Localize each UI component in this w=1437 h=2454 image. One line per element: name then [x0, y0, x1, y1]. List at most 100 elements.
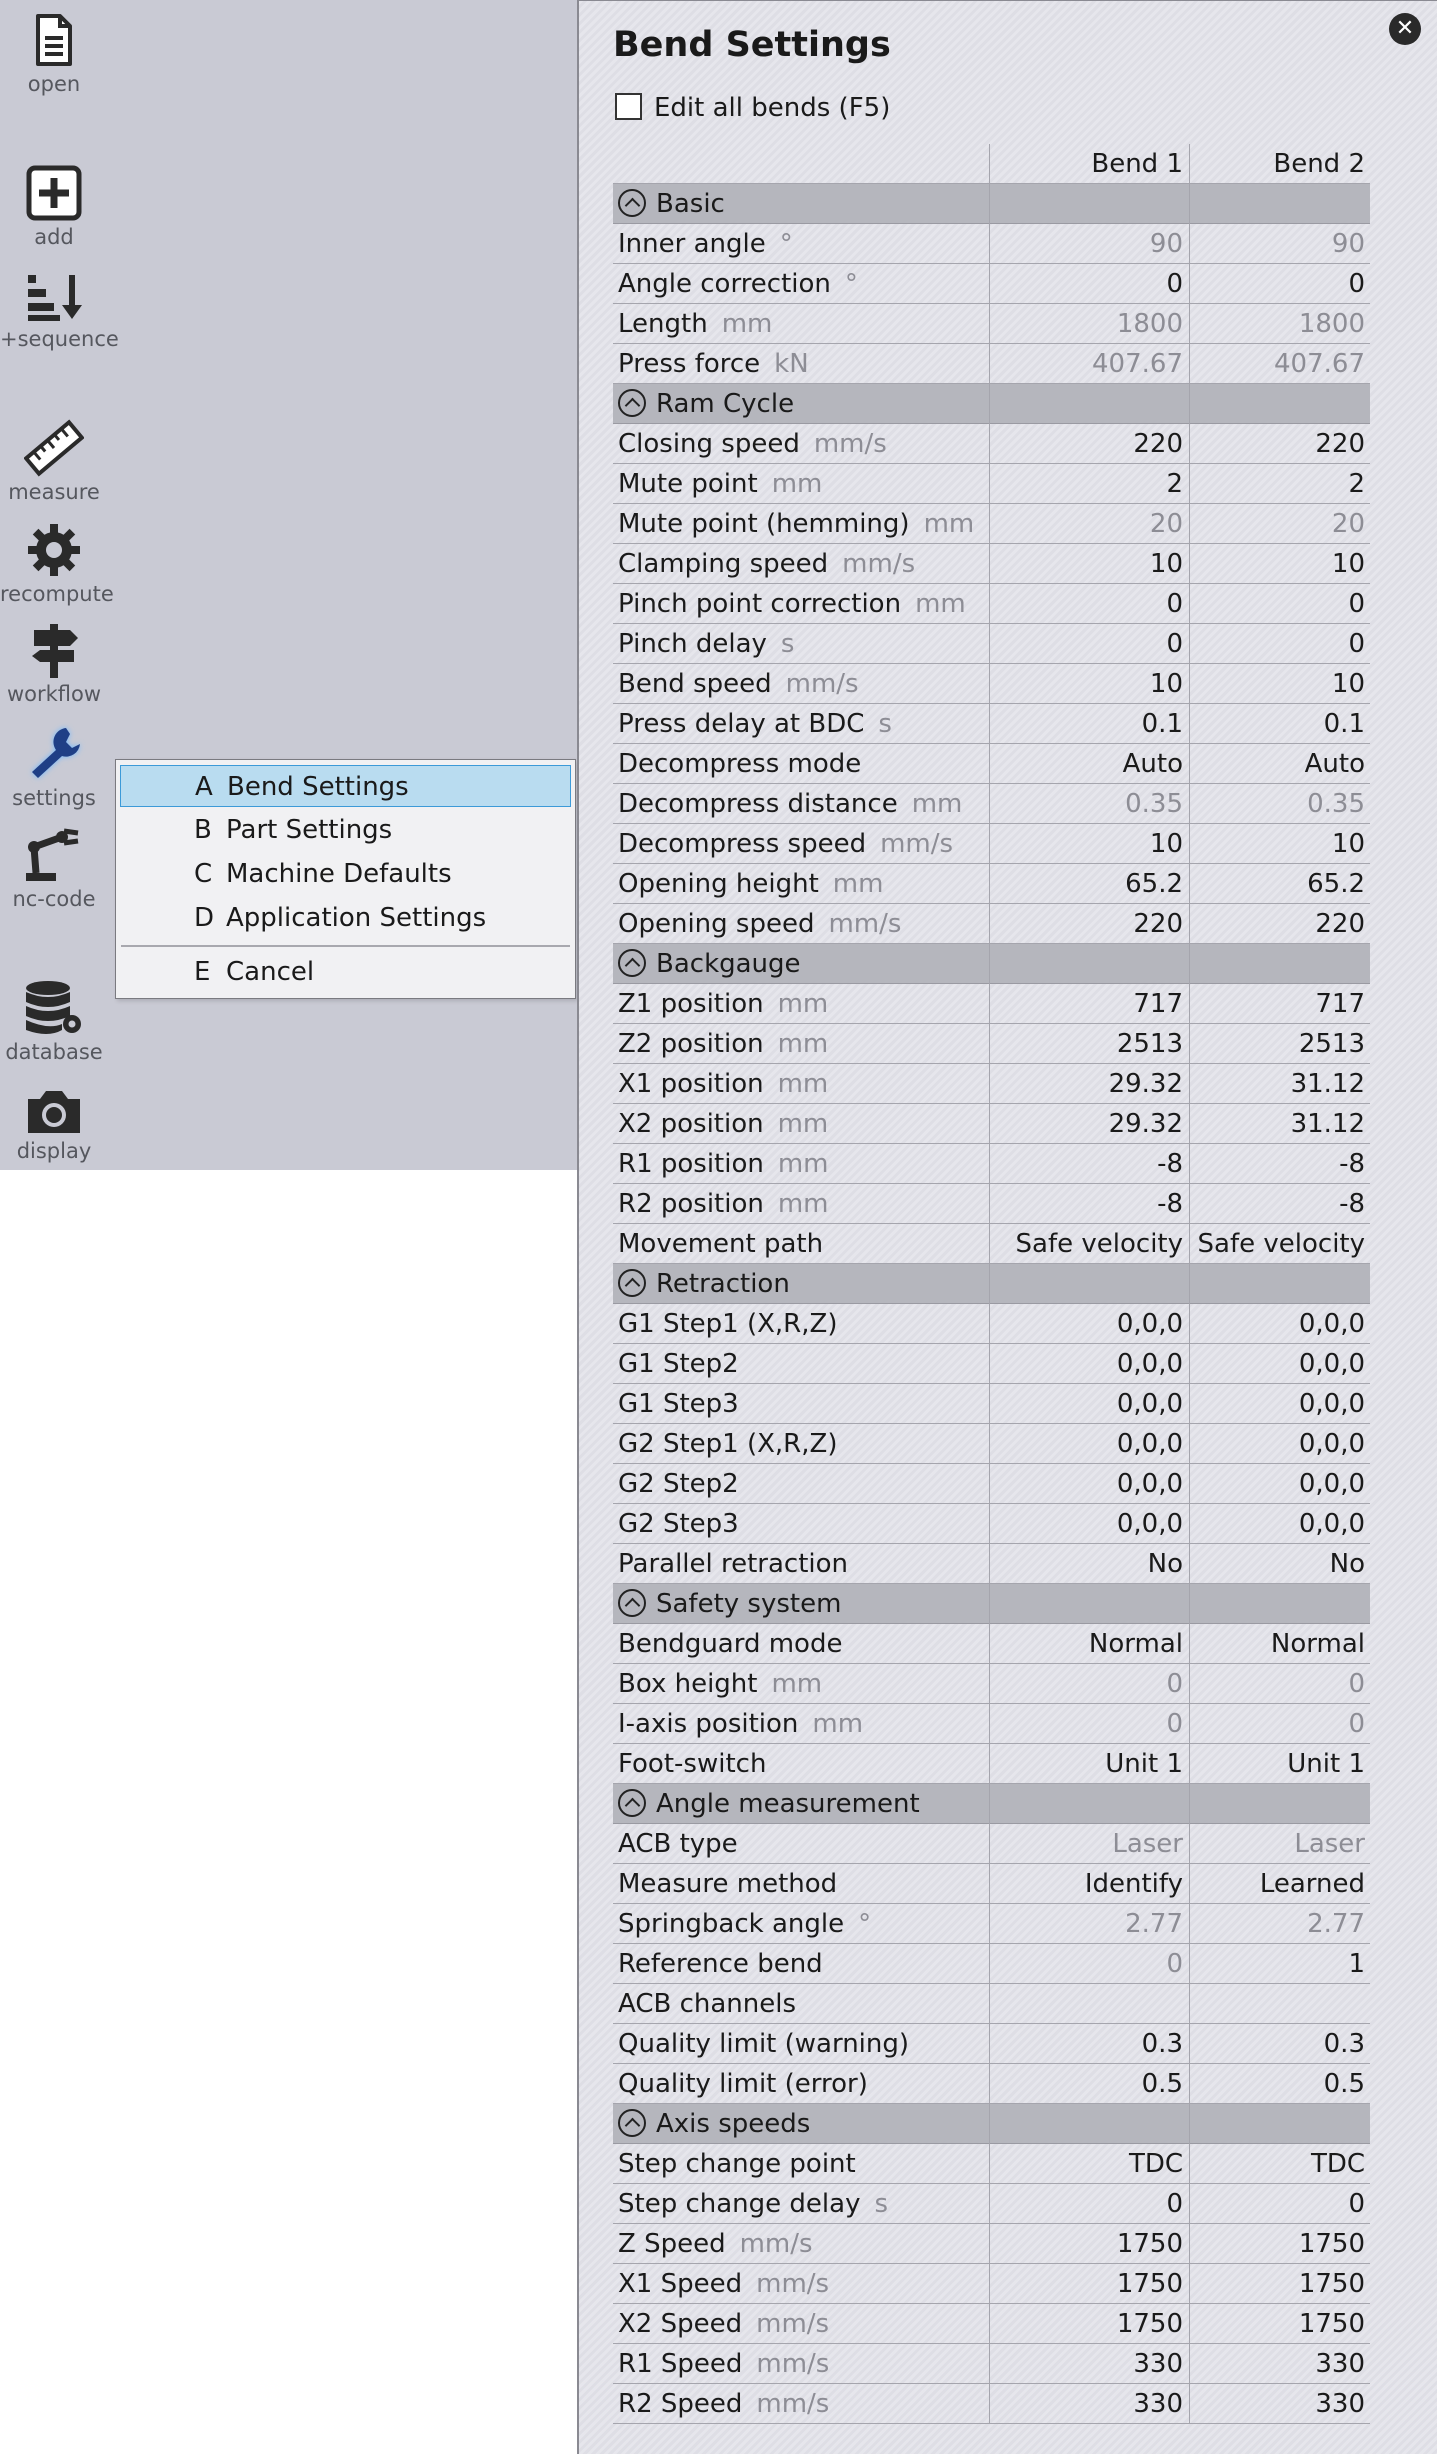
value-cell-bend-2[interactable]: 0.5: [1189, 2064, 1370, 2104]
value-cell-bend-1[interactable]: 717: [989, 984, 1189, 1024]
value-cell-bend-2[interactable]: [1189, 1984, 1370, 2024]
chevron-up-icon[interactable]: [618, 389, 646, 417]
value-cell-bend-2[interactable]: 0: [1189, 2184, 1370, 2224]
toolbar-workflow[interactable]: workflow: [0, 620, 108, 706]
toolbar-database[interactable]: database: [0, 978, 108, 1064]
value-cell-bend-1[interactable]: 29.32: [989, 1104, 1189, 1144]
menu-item-application-settings[interactable]: D Application Settings: [120, 897, 571, 939]
value-cell-bend-1[interactable]: 0,0,0: [989, 1504, 1189, 1544]
value-cell-bend-1[interactable]: 0: [989, 264, 1189, 304]
value-cell-bend-2[interactable]: 31.12: [1189, 1064, 1370, 1104]
value-cell-bend-1[interactable]: 0,0,0: [989, 1304, 1189, 1344]
toolbar-nc-code[interactable]: nc-code: [0, 825, 108, 911]
value-cell-bend-2[interactable]: 0,0,0: [1189, 1464, 1370, 1504]
value-cell-bend-2[interactable]: 0: [1189, 624, 1370, 664]
toolbar-recompute[interactable]: recompute: [0, 520, 114, 606]
value-cell-bend-1[interactable]: Unit 1: [989, 1744, 1189, 1784]
value-cell-bend-2[interactable]: 1: [1189, 1944, 1370, 1984]
value-cell-bend-2[interactable]: 10: [1189, 824, 1370, 864]
value-cell-bend-1[interactable]: 10: [989, 544, 1189, 584]
value-cell-bend-1[interactable]: -8: [989, 1144, 1189, 1184]
value-cell-bend-2[interactable]: Auto: [1189, 744, 1370, 784]
value-cell-bend-2[interactable]: 0,0,0: [1189, 1384, 1370, 1424]
toolbar-measure[interactable]: measure: [0, 418, 108, 504]
value-cell-bend-2[interactable]: 0,0,0: [1189, 1504, 1370, 1544]
value-cell-bend-1[interactable]: 0.1: [989, 704, 1189, 744]
value-cell-bend-2[interactable]: 2: [1189, 464, 1370, 504]
toolbar-open[interactable]: open: [0, 10, 108, 96]
section-header[interactable]: Basic: [613, 184, 1370, 224]
section-header[interactable]: Axis speeds: [613, 2104, 1370, 2144]
value-cell-bend-2[interactable]: 330: [1189, 2384, 1370, 2424]
value-cell-bend-2[interactable]: 220: [1189, 904, 1370, 944]
value-cell-bend-1[interactable]: 0,0,0: [989, 1424, 1189, 1464]
toolbar-display[interactable]: display: [0, 1085, 108, 1163]
value-cell-bend-1[interactable]: Identify: [989, 1864, 1189, 1904]
value-cell-bend-1[interactable]: 1750: [989, 2264, 1189, 2304]
value-cell-bend-2[interactable]: 65.2: [1189, 864, 1370, 904]
value-cell-bend-1[interactable]: 10: [989, 824, 1189, 864]
value-cell-bend-1[interactable]: 0.5: [989, 2064, 1189, 2104]
value-cell-bend-1[interactable]: 0: [989, 624, 1189, 664]
value-cell-bend-1[interactable]: 0,0,0: [989, 1464, 1189, 1504]
value-cell-bend-1[interactable]: 0,0,0: [989, 1344, 1189, 1384]
toolbar-sequence[interactable]: +sequence: [0, 265, 119, 351]
chevron-up-icon[interactable]: [618, 1589, 646, 1617]
value-cell-bend-1[interactable]: 10: [989, 664, 1189, 704]
checkbox-box[interactable]: [615, 93, 642, 120]
value-cell-bend-2[interactable]: 330: [1189, 2344, 1370, 2384]
value-cell-bend-2[interactable]: -8: [1189, 1184, 1370, 1224]
section-header[interactable]: Angle measurement: [613, 1784, 1370, 1824]
value-cell-bend-1[interactable]: 2513: [989, 1024, 1189, 1064]
value-cell-bend-2[interactable]: 0,0,0: [1189, 1424, 1370, 1464]
value-cell-bend-2[interactable]: 717: [1189, 984, 1370, 1024]
menu-item-part-settings[interactable]: B Part Settings: [120, 809, 571, 851]
value-cell-bend-1[interactable]: 0: [989, 584, 1189, 624]
value-cell-bend-1[interactable]: 0,0,0: [989, 1384, 1189, 1424]
value-cell-bend-1[interactable]: 330: [989, 2384, 1189, 2424]
section-header[interactable]: Ram Cycle: [613, 384, 1370, 424]
chevron-up-icon[interactable]: [618, 1789, 646, 1817]
value-cell-bend-1[interactable]: 0: [989, 2184, 1189, 2224]
value-cell-bend-1[interactable]: TDC: [989, 2144, 1189, 2184]
value-cell-bend-2[interactable]: 10: [1189, 664, 1370, 704]
value-cell-bend-2[interactable]: 0: [1189, 264, 1370, 304]
value-cell-bend-1[interactable]: Normal: [989, 1624, 1189, 1664]
value-cell-bend-2[interactable]: Unit 1: [1189, 1744, 1370, 1784]
value-cell-bend-2[interactable]: -8: [1189, 1144, 1370, 1184]
menu-item-machine-defaults[interactable]: C Machine Defaults: [120, 853, 571, 895]
value-cell-bend-2[interactable]: 0: [1189, 584, 1370, 624]
section-header[interactable]: Retraction: [613, 1264, 1370, 1304]
value-cell-bend-1[interactable]: 1750: [989, 2224, 1189, 2264]
value-cell-bend-2[interactable]: 1750: [1189, 2304, 1370, 2344]
value-cell-bend-1[interactable]: 1750: [989, 2304, 1189, 2344]
value-cell-bend-1[interactable]: 0.3: [989, 2024, 1189, 2064]
value-cell-bend-2[interactable]: 0,0,0: [1189, 1304, 1370, 1344]
chevron-up-icon[interactable]: [618, 189, 646, 217]
value-cell-bend-2[interactable]: 31.12: [1189, 1104, 1370, 1144]
menu-item-cancel[interactable]: E Cancel: [120, 951, 571, 993]
value-cell-bend-2[interactable]: Learned: [1189, 1864, 1370, 1904]
value-cell-bend-1[interactable]: 220: [989, 424, 1189, 464]
value-cell-bend-2[interactable]: No: [1189, 1544, 1370, 1584]
value-cell-bend-2[interactable]: Normal: [1189, 1624, 1370, 1664]
value-cell-bend-1[interactable]: -8: [989, 1184, 1189, 1224]
value-cell-bend-1[interactable]: 29.32: [989, 1064, 1189, 1104]
section-header[interactable]: Safety system: [613, 1584, 1370, 1624]
value-cell-bend-2[interactable]: 10: [1189, 544, 1370, 584]
value-cell-bend-1[interactable]: No: [989, 1544, 1189, 1584]
value-cell-bend-1[interactable]: 2: [989, 464, 1189, 504]
value-cell-bend-1[interactable]: 220: [989, 904, 1189, 944]
value-cell-bend-1[interactable]: Safe velocity: [989, 1224, 1189, 1264]
edit-all-bends-checkbox[interactable]: Edit all bends (F5): [615, 93, 890, 123]
value-cell-bend-1[interactable]: Auto: [989, 744, 1189, 784]
value-cell-bend-2[interactable]: 0.3: [1189, 2024, 1370, 2064]
value-cell-bend-2[interactable]: 1750: [1189, 2264, 1370, 2304]
value-cell-bend-2[interactable]: 2513: [1189, 1024, 1370, 1064]
value-cell-bend-2[interactable]: 1750: [1189, 2224, 1370, 2264]
toolbar-add[interactable]: add: [0, 163, 108, 249]
chevron-up-icon[interactable]: [618, 949, 646, 977]
value-cell-bend-2[interactable]: 0.1: [1189, 704, 1370, 744]
value-cell-bend-1[interactable]: 65.2: [989, 864, 1189, 904]
value-cell-bend-1[interactable]: [989, 1984, 1189, 2024]
